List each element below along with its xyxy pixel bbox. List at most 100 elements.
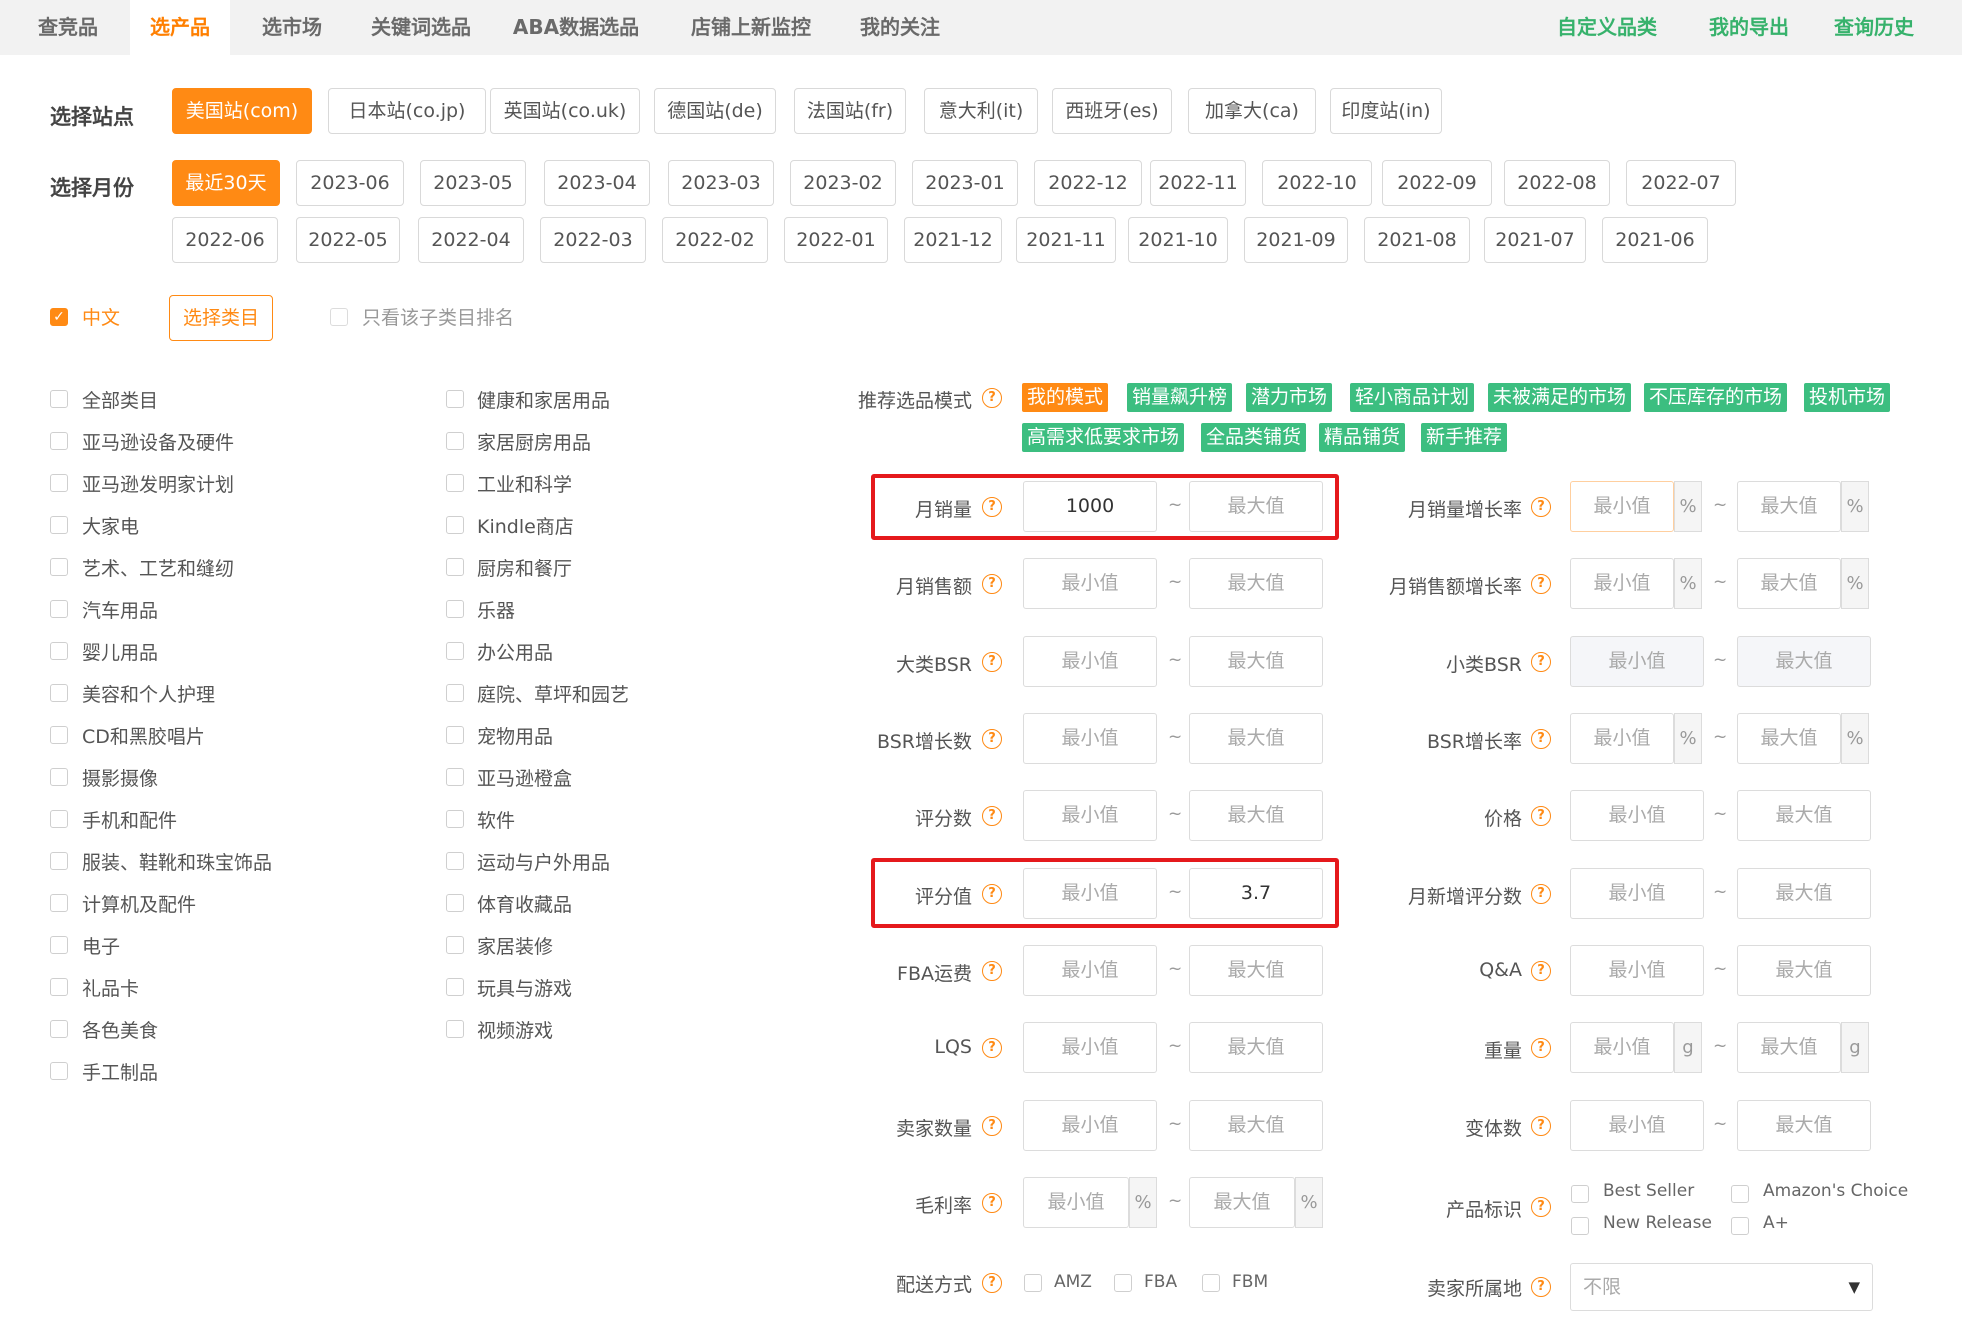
filter-right-max-0[interactable]: 最大值 bbox=[1737, 481, 1841, 532]
month-option-r2-11[interactable]: 2021-07 bbox=[1484, 217, 1586, 263]
filter-right-help-icon-7[interactable]: ? bbox=[1531, 1038, 1551, 1058]
filter-right-max-8[interactable]: 最大值 bbox=[1737, 1100, 1871, 1151]
mode-tag-r2-3[interactable]: 新手推荐 bbox=[1421, 423, 1508, 452]
filter-right-help-icon-1[interactable]: ? bbox=[1531, 574, 1551, 594]
month-option-r1-0[interactable]: 最近30天 bbox=[172, 160, 280, 206]
category-checkbox-left-10[interactable] bbox=[50, 810, 68, 828]
category-checkbox-right-5[interactable] bbox=[446, 600, 464, 618]
station-option-4[interactable]: 法国站(fr) bbox=[794, 88, 906, 134]
filter-right-max-1[interactable]: 最大值 bbox=[1737, 558, 1841, 609]
month-option-r1-11[interactable]: 2022-08 bbox=[1504, 160, 1610, 206]
filter-left-min-3[interactable]: 最小值 bbox=[1023, 713, 1157, 764]
delivery-checkbox-1[interactable] bbox=[1114, 1274, 1132, 1292]
filter-left-help-icon-1[interactable]: ? bbox=[982, 574, 1002, 594]
filter-left-help-icon-2[interactable]: ? bbox=[982, 652, 1002, 672]
nav-tab-1[interactable]: 选产品 bbox=[130, 0, 230, 55]
category-checkbox-left-5[interactable] bbox=[50, 600, 68, 618]
filter-right-min-8[interactable]: 最小值 bbox=[1570, 1100, 1704, 1151]
filter-right-help-icon-5[interactable]: ? bbox=[1531, 884, 1551, 904]
product-tag-checkbox-2[interactable] bbox=[1571, 1217, 1589, 1235]
month-option-r2-0[interactable]: 2022-06 bbox=[172, 217, 278, 263]
delivery-help-icon[interactable]: ? bbox=[982, 1273, 1002, 1293]
category-checkbox-left-3[interactable] bbox=[50, 516, 68, 534]
filter-left-max-3[interactable]: 最大值 bbox=[1189, 713, 1323, 764]
seller-location-select[interactable]: 不限 ▼ bbox=[1570, 1263, 1873, 1311]
mode-tag-r2-1[interactable]: 全品类铺货 bbox=[1201, 423, 1307, 452]
category-checkbox-left-6[interactable] bbox=[50, 642, 68, 660]
filter-left-max-2[interactable]: 最大值 bbox=[1189, 636, 1323, 687]
mode-tag-r1-3[interactable]: 轻小商品计划 bbox=[1350, 383, 1475, 412]
category-checkbox-left-2[interactable] bbox=[50, 474, 68, 492]
filter-right-help-icon-8[interactable]: ? bbox=[1531, 1116, 1551, 1136]
category-checkbox-right-2[interactable] bbox=[446, 474, 464, 492]
filter-right-help-icon-2[interactable]: ? bbox=[1531, 652, 1551, 672]
month-option-r1-1[interactable]: 2023-06 bbox=[296, 160, 404, 206]
nav-link-1[interactable]: 我的导出 bbox=[1709, 0, 1789, 55]
category-checkbox-right-8[interactable] bbox=[446, 726, 464, 744]
category-checkbox-right-0[interactable] bbox=[446, 390, 464, 408]
category-checkbox-right-7[interactable] bbox=[446, 684, 464, 702]
month-option-r1-2[interactable]: 2023-05 bbox=[420, 160, 526, 206]
station-option-7[interactable]: 加拿大(ca) bbox=[1188, 88, 1316, 134]
month-option-r2-8[interactable]: 2021-10 bbox=[1128, 217, 1228, 263]
month-option-r2-2[interactable]: 2022-04 bbox=[418, 217, 524, 263]
month-option-r2-3[interactable]: 2022-03 bbox=[540, 217, 646, 263]
filter-left-help-icon-8[interactable]: ? bbox=[982, 1116, 1002, 1136]
filter-right-max-6[interactable]: 最大值 bbox=[1737, 945, 1871, 996]
station-option-2[interactable]: 英国站(co.uk) bbox=[490, 88, 640, 134]
filter-right-help-icon-0[interactable]: ? bbox=[1531, 497, 1551, 517]
month-option-r2-9[interactable]: 2021-09 bbox=[1244, 217, 1348, 263]
filter-left-help-icon-9[interactable]: ? bbox=[982, 1193, 1002, 1213]
delivery-checkbox-0[interactable] bbox=[1024, 1274, 1042, 1292]
select-category-button[interactable]: 选择类目 bbox=[169, 295, 273, 341]
month-option-r1-4[interactable]: 2023-03 bbox=[668, 160, 774, 206]
filter-right-max-3[interactable]: 最大值 bbox=[1737, 713, 1841, 764]
category-checkbox-left-16[interactable] bbox=[50, 1062, 68, 1080]
filter-left-min-6[interactable]: 最小值 bbox=[1023, 945, 1157, 996]
filter-left-max-1[interactable]: 最大值 bbox=[1189, 558, 1323, 609]
product-tags-help-icon[interactable]: ? bbox=[1531, 1197, 1551, 1217]
category-checkbox-right-10[interactable] bbox=[446, 810, 464, 828]
filter-left-min-4[interactable]: 最小值 bbox=[1023, 790, 1157, 841]
category-checkbox-left-4[interactable] bbox=[50, 558, 68, 576]
filter-right-max-2[interactable]: 最大值 bbox=[1737, 636, 1871, 687]
category-checkbox-right-12[interactable] bbox=[446, 894, 464, 912]
month-option-r1-5[interactable]: 2023-02 bbox=[790, 160, 896, 206]
nav-tab-5[interactable]: 店铺上新监控 bbox=[668, 0, 834, 55]
filter-left-min-8[interactable]: 最小值 bbox=[1023, 1100, 1157, 1151]
month-option-r1-3[interactable]: 2023-04 bbox=[544, 160, 650, 206]
filter-right-min-3[interactable]: 最小值 bbox=[1570, 713, 1674, 764]
month-option-r1-12[interactable]: 2022-07 bbox=[1626, 160, 1736, 206]
filter-left-max-4[interactable]: 最大值 bbox=[1189, 790, 1323, 841]
category-checkbox-right-6[interactable] bbox=[446, 642, 464, 660]
category-checkbox-left-15[interactable] bbox=[50, 1020, 68, 1038]
category-checkbox-right-1[interactable] bbox=[446, 432, 464, 450]
category-checkbox-right-13[interactable] bbox=[446, 936, 464, 954]
station-option-5[interactable]: 意大利(it) bbox=[924, 88, 1038, 134]
filter-right-help-icon-4[interactable]: ? bbox=[1531, 806, 1551, 826]
month-option-r2-6[interactable]: 2021-12 bbox=[904, 217, 1002, 263]
month-option-r1-8[interactable]: 2022-11 bbox=[1150, 160, 1246, 206]
month-option-r1-9[interactable]: 2022-10 bbox=[1262, 160, 1372, 206]
month-option-r2-7[interactable]: 2021-11 bbox=[1016, 217, 1116, 263]
month-option-r2-10[interactable]: 2021-08 bbox=[1364, 217, 1470, 263]
filter-right-min-6[interactable]: 最小值 bbox=[1570, 945, 1704, 996]
category-checkbox-left-11[interactable] bbox=[50, 852, 68, 870]
nav-link-0[interactable]: 自定义品类 bbox=[1557, 0, 1657, 55]
filter-left-help-icon-4[interactable]: ? bbox=[982, 806, 1002, 826]
filter-right-min-4[interactable]: 最小值 bbox=[1570, 790, 1704, 841]
station-option-0[interactable]: 美国站(com) bbox=[172, 88, 312, 134]
nav-tab-2[interactable]: 选市场 bbox=[244, 0, 340, 55]
mode-tag-r1-6[interactable]: 投机市场 bbox=[1804, 383, 1891, 412]
category-checkbox-left-13[interactable] bbox=[50, 936, 68, 954]
filter-left-max-9[interactable]: 最大值 bbox=[1189, 1177, 1295, 1228]
filter-left-max-8[interactable]: 最大值 bbox=[1189, 1100, 1323, 1151]
category-checkbox-right-4[interactable] bbox=[446, 558, 464, 576]
category-checkbox-right-14[interactable] bbox=[446, 978, 464, 996]
mode-tag-r2-0[interactable]: 高需求低要求市场 bbox=[1022, 423, 1185, 452]
nav-tab-6[interactable]: 我的关注 bbox=[842, 0, 958, 55]
category-checkbox-left-0[interactable] bbox=[50, 390, 68, 408]
product-tag-checkbox-0[interactable] bbox=[1571, 1185, 1589, 1203]
category-checkbox-right-11[interactable] bbox=[446, 852, 464, 870]
category-checkbox-left-7[interactable] bbox=[50, 684, 68, 702]
